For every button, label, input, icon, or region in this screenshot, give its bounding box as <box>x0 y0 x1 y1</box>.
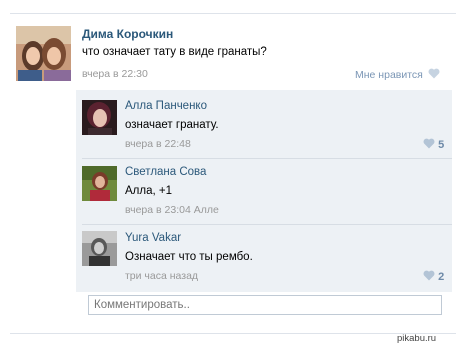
reply-author-name[interactable]: Алла Панченко <box>125 100 207 112</box>
comment-input[interactable]: Комментировать.. <box>88 295 442 315</box>
bottom-divider <box>10 333 456 334</box>
comment-placeholder: Комментировать.. <box>94 299 190 311</box>
reply-divider <box>82 224 452 225</box>
reply-avatar[interactable] <box>82 100 117 135</box>
reply-like-count: 5 <box>438 139 445 151</box>
post-author-name[interactable]: Дима Корочкин <box>82 27 173 41</box>
reply-text: означает гранату. <box>125 119 219 131</box>
reply-timestamp[interactable]: вчера в 23:04 Алле <box>125 204 219 216</box>
heart-icon <box>423 138 435 149</box>
reply-avatar[interactable] <box>82 231 117 266</box>
reply-text: Означает что ты рембо. <box>125 251 253 263</box>
like-label: Мне нравится <box>355 69 423 81</box>
reply-like-button[interactable]: 2 <box>423 270 444 283</box>
post-author-avatar[interactable] <box>16 26 71 81</box>
reply-like-count: 2 <box>438 271 445 283</box>
reply-author-name[interactable]: Yura Vakar <box>125 232 181 244</box>
reply-author-name[interactable]: Светлана Сова <box>125 166 206 178</box>
like-button[interactable]: Мне нравится <box>355 68 440 81</box>
top-divider <box>10 13 456 14</box>
heart-icon <box>428 68 440 79</box>
watermark-text: pikabu.ru <box>397 333 437 344</box>
reply-avatar[interactable] <box>82 166 117 201</box>
post-timestamp[interactable]: вчера в 22:30 <box>82 68 148 80</box>
post-text: что означает тату в виде гранаты? <box>82 46 267 58</box>
reply-like-button[interactable]: 5 <box>423 138 444 151</box>
reply-text: Алла, +1 <box>125 185 172 197</box>
heart-icon <box>423 270 435 281</box>
reply-divider <box>82 158 452 159</box>
reply-timestamp[interactable]: вчера в 22:48 <box>125 138 191 150</box>
reply-timestamp[interactable]: три часа назад <box>125 270 198 282</box>
